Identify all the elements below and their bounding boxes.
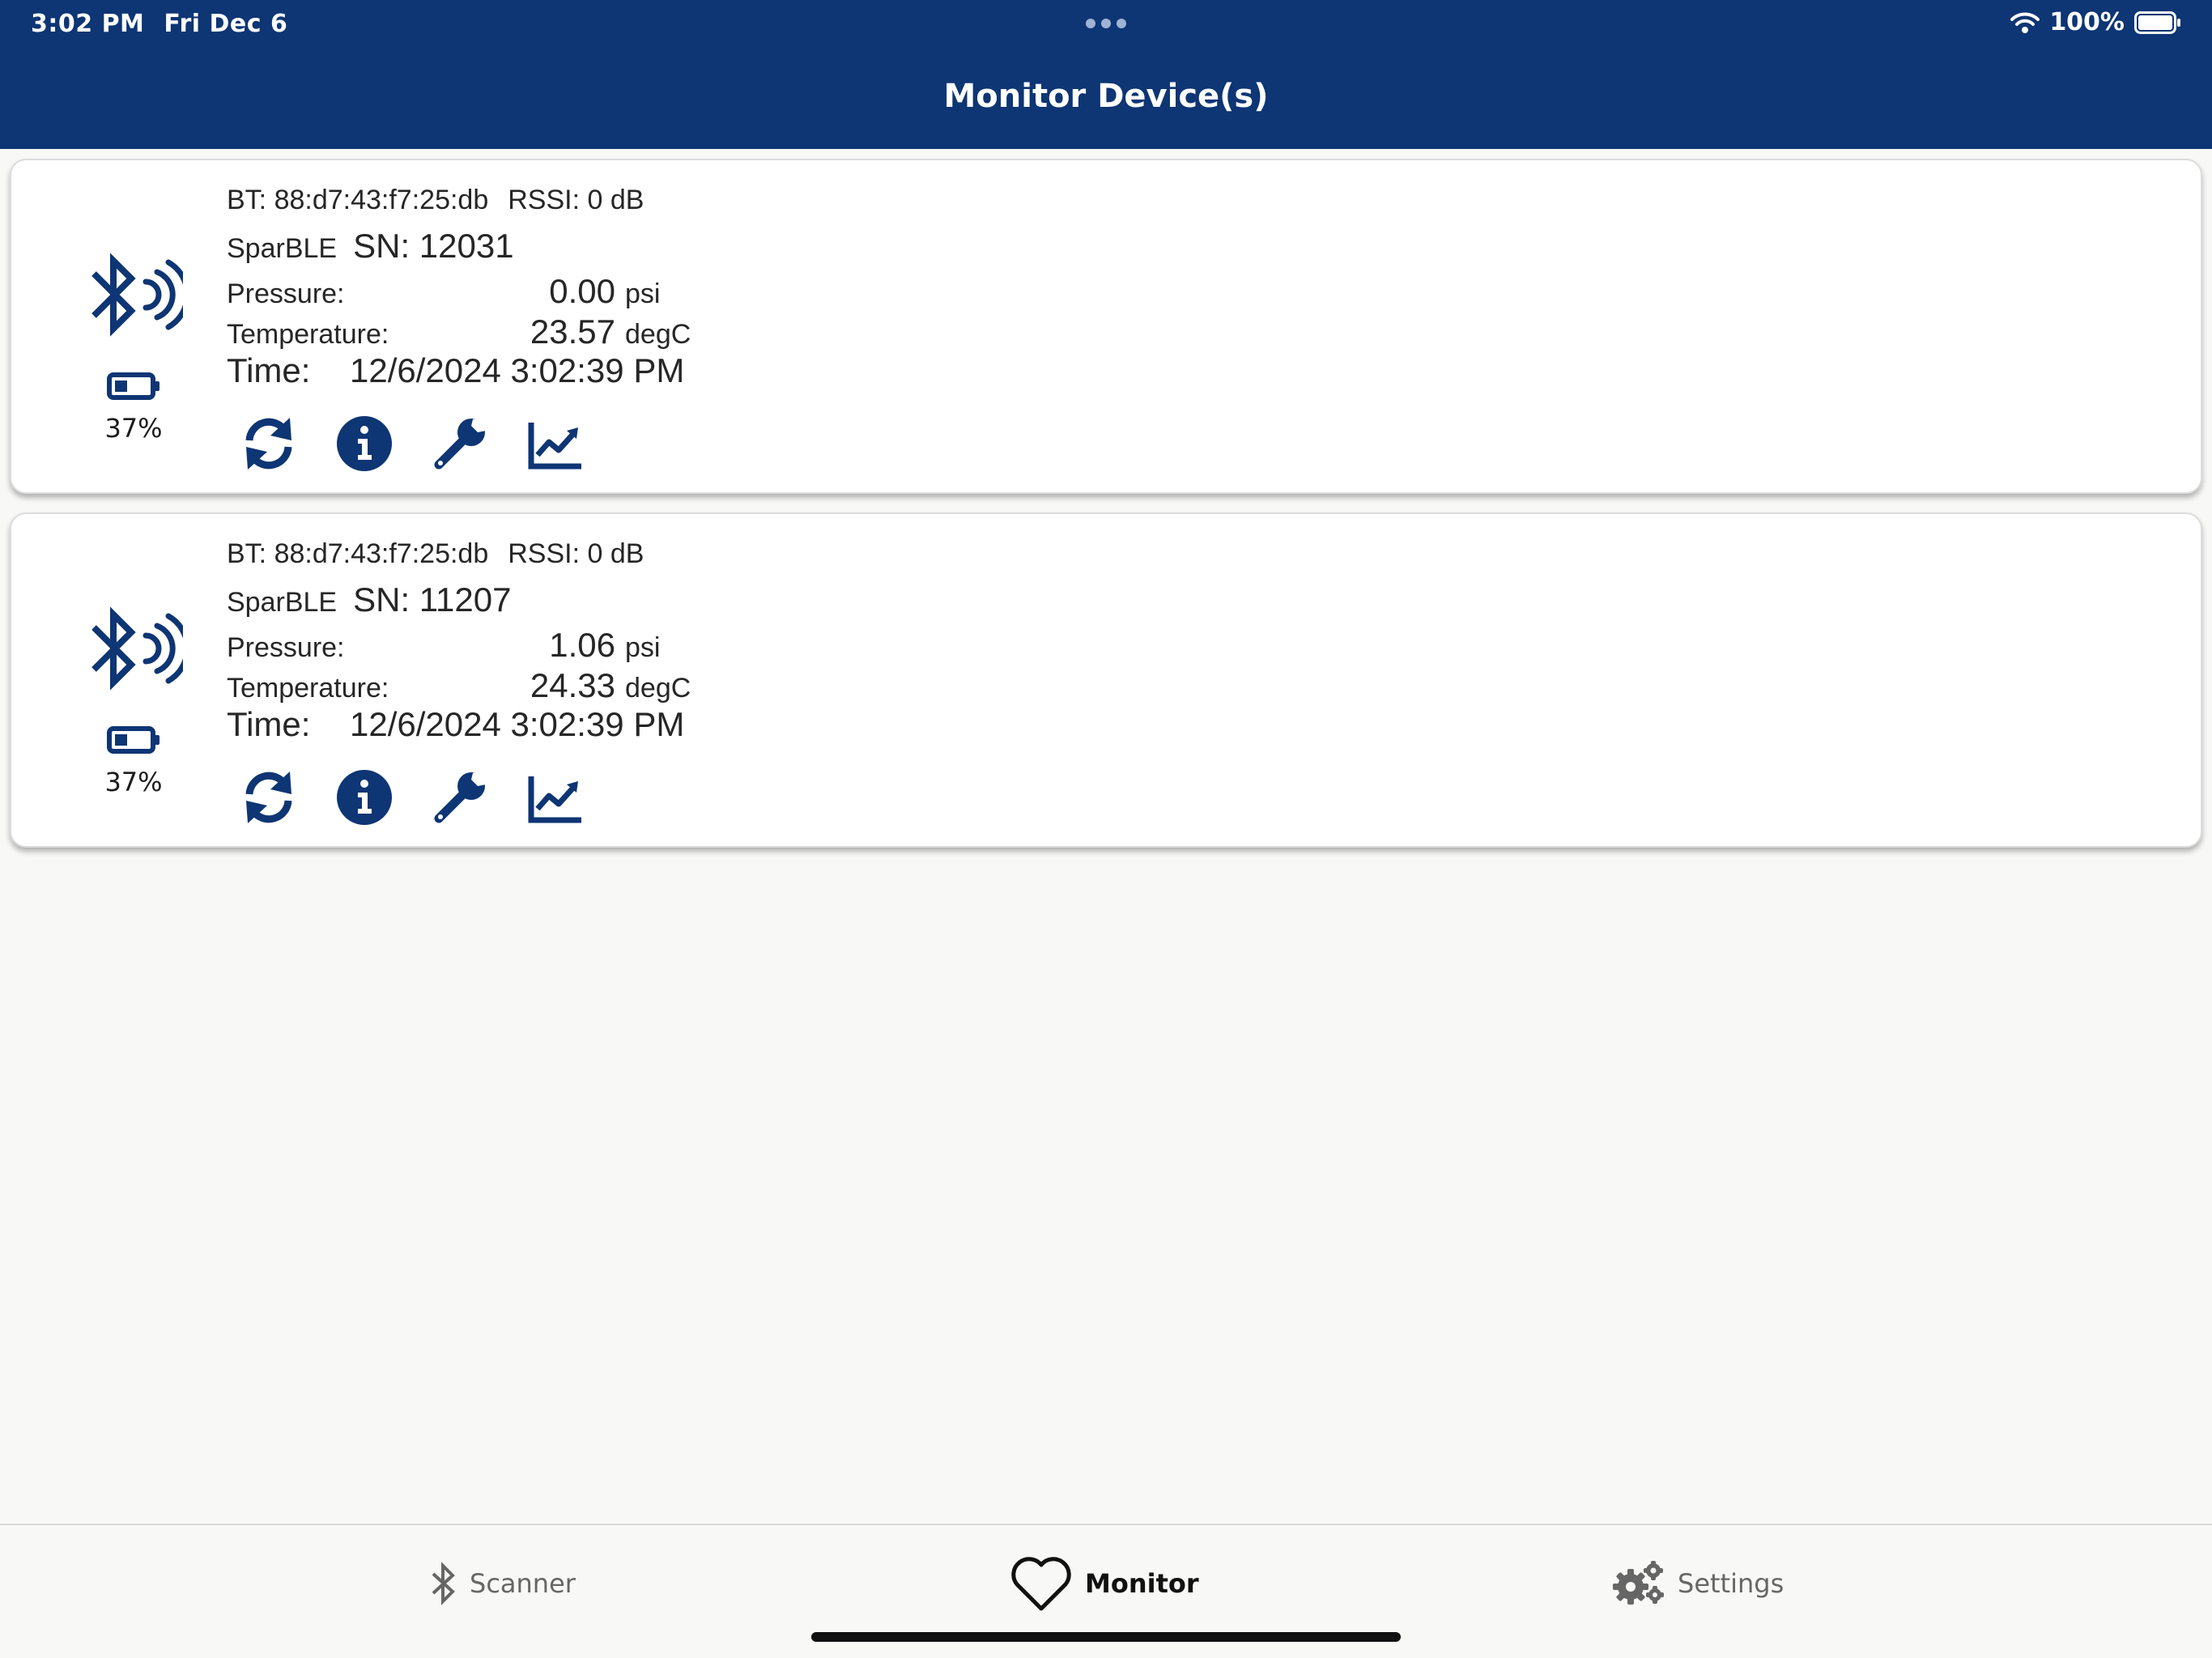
bt-address: BT: 88:d7:43:f7:25:db: [227, 538, 489, 569]
device-card[interactable]: 37% BT: 88:d7:43:f7:25:db RSSI: 0 dB Spar…: [10, 512, 2202, 848]
tab-settings-label: Settings: [1678, 1568, 1784, 1599]
refresh-icon: [245, 772, 292, 823]
temperature-unit: degC: [625, 673, 691, 704]
info-icon: [337, 770, 392, 825]
temperature-label: Temperature:: [227, 319, 389, 350]
chart-line-icon: [528, 776, 581, 823]
bluetooth-signal-icon: [91, 253, 183, 337]
refresh-button[interactable]: [240, 768, 298, 827]
pressure-unit: psi: [625, 632, 661, 663]
info-button[interactable]: [335, 768, 393, 827]
pressure-value: 1.06: [549, 626, 615, 664]
time-label: Time:: [227, 351, 311, 389]
home-indicator[interactable]: [811, 1632, 1401, 1642]
time-value: 12/6/2024 3:02:39 PM: [350, 351, 685, 389]
battery-icon: [107, 726, 160, 754]
chart-line-icon: [528, 423, 581, 470]
settings-wrench-button[interactable]: [431, 414, 489, 473]
pressure-value: 0.00: [549, 272, 615, 310]
wifi-icon: [2010, 12, 2040, 33]
info-button[interactable]: [335, 414, 393, 473]
pressure-row: Pressure: 1.06 psi: [227, 626, 660, 665]
pressure-unit: psi: [625, 278, 661, 309]
temperature-value: 23.57: [530, 312, 615, 351]
pressure-row: Pressure: 0.00 psi: [227, 272, 660, 311]
device-actions: [240, 414, 585, 473]
chart-button[interactable]: [526, 768, 585, 827]
page-title: Monitor Device(s): [943, 78, 1269, 115]
temperature-unit: degC: [625, 319, 691, 350]
tab-bar: Scanner Monitor Settings: [0, 1524, 2212, 1658]
device-model: SparBLE: [227, 233, 338, 264]
time-row: Time: 12/6/2024 3:02:39 PM: [227, 351, 684, 390]
device-card[interactable]: 37% BT: 88:d7:43:f7:25:db RSSI: 0 dB Spar…: [10, 159, 2202, 494]
temperature-row: Temperature: 24.33 degC: [227, 666, 691, 705]
bt-address-row: BT: 88:d7:43:f7:25:db RSSI: 0 dB: [227, 538, 644, 570]
chart-button[interactable]: [526, 414, 585, 473]
battery-percent: 37%: [104, 767, 163, 797]
tab-settings[interactable]: Settings: [1611, 1551, 1784, 1616]
wrench-icon: [434, 418, 486, 470]
rssi-value: RSSI: 0 dB: [508, 538, 644, 569]
serial-number: SN: 12031: [353, 227, 514, 265]
status-bar-right: 100%: [2010, 8, 2181, 36]
app-header: 3:02 PM Fri Dec 6 100% Monitor Device(s): [0, 0, 2212, 149]
heart-icon: [1011, 1557, 1071, 1611]
multitasking-dots-icon[interactable]: [1085, 18, 1127, 29]
tab-scanner-label: Scanner: [470, 1568, 576, 1599]
settings-wrench-button[interactable]: [431, 768, 489, 827]
model-row: SparBLE SN: 12031: [227, 227, 514, 266]
time-row: Time: 12/6/2024 3:02:39 PM: [227, 705, 684, 744]
battery-percent: 37%: [104, 413, 163, 444]
refresh-button[interactable]: [240, 414, 298, 473]
status-bar-left: 3:02 PM Fri Dec 6: [31, 10, 287, 38]
bluetooth-icon: [432, 1562, 455, 1605]
tab-monitor[interactable]: Monitor: [1009, 1551, 1199, 1616]
gears-icon: [1613, 1561, 1664, 1605]
wrench-icon: [434, 772, 486, 823]
time-value: 12/6/2024 3:02:39 PM: [350, 705, 685, 743]
pressure-label: Pressure:: [227, 632, 345, 663]
info-icon: [337, 416, 392, 471]
pressure-label: Pressure:: [227, 278, 345, 309]
status-date: Fri Dec 6: [164, 10, 288, 38]
temperature-row: Temperature: 23.57 degC: [227, 312, 691, 351]
temperature-value: 24.33: [530, 666, 615, 704]
rssi-value: RSSI: 0 dB: [508, 185, 644, 215]
status-time: 3:02 PM: [31, 10, 145, 38]
status-battery-text: 100%: [2049, 8, 2125, 36]
tab-scanner[interactable]: Scanner: [431, 1551, 576, 1616]
model-row: SparBLE SN: 11207: [227, 580, 511, 619]
time-label: Time:: [227, 705, 311, 743]
bt-address: BT: 88:d7:43:f7:25:db: [227, 185, 489, 215]
bluetooth-signal-icon: [91, 606, 183, 691]
bt-address-row: BT: 88:d7:43:f7:25:db RSSI: 0 dB: [227, 185, 644, 216]
device-actions: [240, 768, 585, 827]
battery-icon: [107, 372, 160, 400]
refresh-icon: [245, 418, 292, 470]
status-battery-icon: [2134, 11, 2180, 34]
temperature-label: Temperature:: [227, 673, 389, 704]
tab-monitor-label: Monitor: [1085, 1568, 1199, 1599]
device-model: SparBLE: [227, 587, 338, 618]
serial-number: SN: 11207: [353, 580, 512, 619]
